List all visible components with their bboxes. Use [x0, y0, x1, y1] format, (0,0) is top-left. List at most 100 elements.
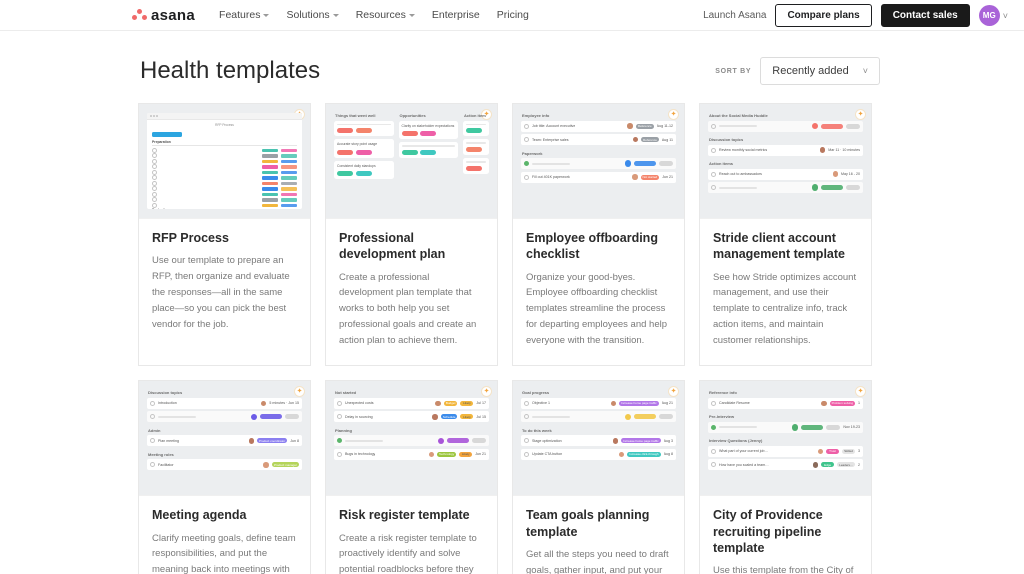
thumb-section-label: Discussion topics — [148, 390, 183, 396]
thumb-task-row: Unexpected costs Budget Likely Jul 17 — [334, 397, 489, 409]
thumb-task-row — [334, 435, 489, 447]
account-menu[interactable]: MG ˅ — [978, 5, 1008, 26]
page-title: Health templates — [140, 57, 321, 84]
avatar — [248, 438, 255, 444]
avatar — [612, 438, 619, 444]
thumb-window-chrome — [147, 113, 302, 120]
template-card-description: Get all the steps you need to draft goal… — [526, 548, 669, 574]
thumb-tag: Skilled — [842, 448, 855, 454]
template-card-title: Professional development plan — [339, 231, 446, 262]
template-card-title: City of Providence recruiting pipeline t… — [713, 508, 823, 555]
template-card[interactable]: ✦ Things that went well Accurate story poi… — [325, 103, 498, 367]
thumb-card-text: Consistent daily standups — [337, 163, 376, 168]
thumb-tag: Not started — [640, 174, 660, 180]
template-card-title: Risk register template — [339, 508, 470, 523]
check-circle-icon — [711, 171, 716, 177]
template-card[interactable]: ✦ Not started Unexpected costs Budget Likely… — [325, 380, 498, 574]
nav-item-resources[interactable]: Resources — [356, 9, 415, 21]
thumb-section-label: Pre-Interview — [709, 414, 735, 420]
check-circle-icon — [152, 191, 157, 197]
template-card-body: Employee offboarding checklist Organize y… — [513, 219, 684, 365]
thumb-section-label: Planning — [335, 427, 352, 433]
avatar — [817, 448, 823, 455]
thumb-kanban-card: Accurate story point usage — [334, 139, 394, 158]
check-circle-icon — [524, 123, 529, 129]
thumb-task-date: Jun 21 — [662, 175, 673, 179]
thumb-task-row: Candidate Resume Problem solving 1 — [708, 397, 863, 409]
template-card[interactable]: ✦ Discussion topics Introduction 5 minutes … — [138, 380, 311, 574]
thumb-section-label: To do this week — [522, 427, 552, 433]
thumb-tag: Technology — [437, 451, 457, 457]
thumb-section-label: Action items — [709, 161, 734, 166]
thumb-task-name: Fill out 401K paperwork — [532, 175, 570, 179]
thumb-tag: Product manager — [271, 462, 299, 468]
thumb-tag: Problem solving — [829, 400, 855, 406]
nav-item-enterprise[interactable]: Enterprise — [432, 9, 480, 21]
thumb-tag: Increase home page traffic — [621, 438, 661, 444]
template-card-description: Organize your good-byes. Employee offboa… — [526, 271, 668, 347]
check-circle-icon — [711, 185, 716, 190]
thumb-task-name: Job title: Account executive — [532, 124, 576, 128]
thumb-section-label: Goal progress — [522, 390, 550, 396]
thumb-task-row — [521, 158, 676, 169]
check-circle-icon — [152, 158, 157, 164]
template-thumbnail: ✦ Not started Unexpected costs Budget Likely… — [326, 381, 497, 497]
template-card-description: Use this template from the City of Provi… — [713, 565, 854, 574]
compare-plans-button[interactable]: Compare plans — [775, 4, 872, 27]
template-thumbnail: ✦ Things that went well Accurate story poi… — [326, 104, 497, 219]
thumb-avatar-dot — [437, 437, 444, 445]
avatar — [832, 171, 839, 177]
thumb-task-name: Delay in sourcing — [345, 414, 373, 419]
check-circle-icon — [337, 451, 342, 457]
thumb-card-text: Accurate story point usage — [337, 142, 378, 147]
template-card[interactable]: ✦ About the Social Media Huddle Discussion… — [699, 103, 872, 367]
sort-select[interactable]: Recently added ˅ — [760, 57, 880, 85]
nav-item-features[interactable]: Features — [219, 9, 270, 21]
check-circle-icon — [152, 153, 157, 159]
thumb-task-date: 3 — [858, 449, 860, 454]
thumb-task-name: Reach out to ambassadors — [719, 172, 762, 176]
template-card-description: Use our template to prepare an RFP, then… — [152, 255, 290, 331]
check-circle-icon — [152, 147, 157, 153]
thumb-section-label: Evaluation — [152, 208, 297, 209]
check-circle-icon — [337, 400, 342, 406]
check-circle-icon — [337, 414, 342, 420]
template-thumbnail: ✦ Employee info Job title: Account executi… — [513, 104, 684, 219]
template-card-body: Stride client account management templat… — [700, 219, 871, 365]
launch-asana-link[interactable]: Launch Asana — [703, 10, 766, 21]
asana-logo[interactable]: asana — [132, 7, 195, 24]
check-circle-icon — [524, 174, 529, 180]
asana-logo-dots-icon — [132, 9, 147, 21]
chevron-down-icon — [332, 14, 339, 17]
nav-item-pricing[interactable]: Pricing — [497, 9, 529, 21]
contact-sales-button[interactable]: Contact sales — [880, 4, 970, 27]
check-circle-icon — [150, 438, 155, 444]
thumb-kanban-card — [463, 158, 489, 174]
thumb-task-date: 2 — [858, 462, 860, 467]
template-card[interactable]: ✦ Employee info Job title: Account executi… — [512, 103, 685, 367]
template-card-description: Create a professional development plan t… — [339, 271, 477, 347]
thumb-kanban-board: Things that went well Accurate story poin… — [334, 113, 489, 209]
thumb-column-label: Action item — [464, 113, 486, 118]
template-card-title: Employee offboarding checklist — [526, 231, 658, 262]
check-circle-icon — [524, 161, 529, 166]
thumb-task-row: Update CTA button Increase click-through A… — [521, 448, 676, 460]
thumb-tag: Reference — [641, 137, 659, 142]
template-card[interactable]: ✦ Goal progress Objective 1 Increase home p… — [512, 380, 685, 574]
nav-right-actions: Launch Asana Compare plans Contact sales… — [703, 0, 1008, 31]
template-card[interactable]: ✦ Reference info Candidate Resume Problem s… — [699, 380, 872, 574]
check-circle-icon — [152, 202, 157, 208]
nav-item-solutions[interactable]: Solutions — [286, 9, 339, 21]
check-circle-icon — [524, 438, 529, 444]
thumb-task-row: Introduction 5 minutes · Jun 15 — [147, 397, 302, 409]
sort-by-label: SORT BY — [715, 67, 752, 75]
thumb-task-row: Reach out to ambassadors May 16 - 20 — [708, 168, 863, 180]
thumb-task-row: Bugs in technology Technology Likely Jun 21 — [334, 448, 489, 460]
template-card[interactable]: ✦RFP ProcessPreparation Evaluation RFP P… — [138, 103, 311, 367]
thumb-section-label: Not started — [335, 390, 357, 396]
check-circle-icon — [711, 123, 716, 129]
thumb-task-name: Objective 1 — [532, 401, 550, 406]
thumb-task-name: What part of your current job… — [719, 449, 769, 454]
avatar — [819, 147, 826, 153]
page-header: Health templates SORT BY Recently added … — [0, 31, 1024, 85]
